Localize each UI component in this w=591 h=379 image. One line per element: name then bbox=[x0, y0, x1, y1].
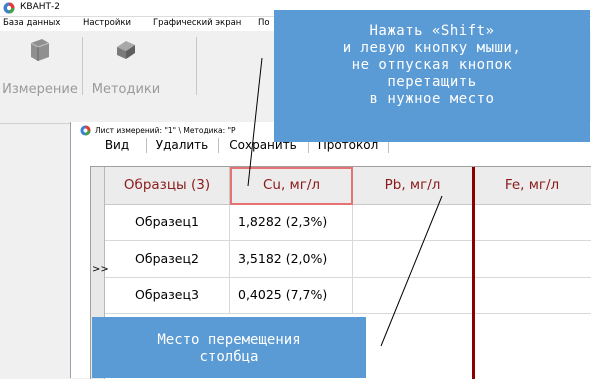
callout-line: в нужное место bbox=[369, 91, 495, 107]
callout-line: не отпуская кнопок bbox=[351, 57, 513, 73]
callout-line: Нажать «Shift» bbox=[369, 23, 495, 39]
callout-line: столбца bbox=[199, 349, 259, 365]
callout-instruction: Нажать «Shift» и левую кнопку мыши, не о… bbox=[274, 10, 590, 142]
callout-line: Место перемещения bbox=[157, 332, 301, 348]
pointer-line-top bbox=[247, 57, 263, 187]
callout-drop-location: Место перемещения столбца bbox=[92, 317, 366, 378]
callout-line: перетащить bbox=[387, 74, 477, 90]
pointer-line-bottom bbox=[380, 195, 443, 347]
callout-line: и левую кнопку мыши, bbox=[342, 40, 522, 56]
